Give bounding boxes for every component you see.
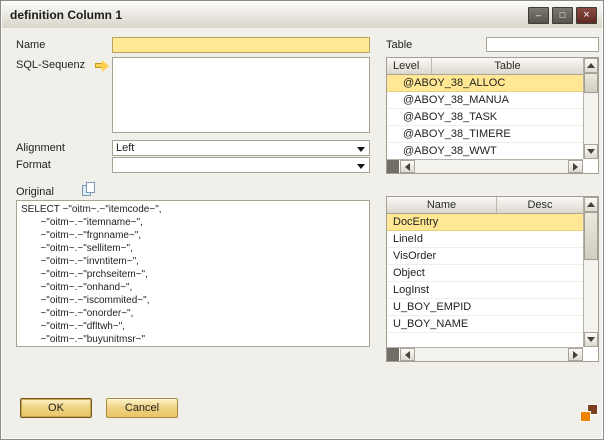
- scroll-up-icon[interactable]: [584, 58, 598, 73]
- alignment-label: Alignment: [16, 142, 65, 154]
- table-row[interactable]: @ABOY_38_ALLOC: [387, 75, 583, 92]
- definition-column-dialog: definition Column 1 – □ × Name SQL-Seque…: [0, 0, 604, 440]
- minimize-icon[interactable]: –: [528, 7, 549, 24]
- description-column-header[interactable]: Desc: [497, 197, 583, 213]
- copy-icon-front: [86, 182, 95, 193]
- alignment-select[interactable]: Left: [112, 140, 370, 156]
- table-label: Table: [386, 39, 412, 51]
- field-row[interactable]: VisOrder: [387, 248, 583, 265]
- fields-grid: Name Desc DocEntry LineId VisOrder Objec…: [386, 196, 599, 362]
- horizontal-scrollbar[interactable]: [387, 159, 583, 173]
- field-row[interactable]: DocEntry: [387, 214, 583, 231]
- sql-sequenz-label: SQL-Sequenz: [16, 59, 85, 71]
- horizontal-scrollbar[interactable]: [387, 347, 583, 361]
- tables-grid-main: Level Table @ABOY_38_ALLOC @ABOY_38_MANU…: [387, 58, 583, 159]
- title-bar[interactable]: definition Column 1 – □ ×: [2, 2, 602, 29]
- table-row[interactable]: @ABOY_38_MANUA: [387, 92, 583, 109]
- name-label: Name: [16, 39, 45, 51]
- scroll-right-icon[interactable]: [568, 348, 583, 361]
- link-arrow-icon[interactable]: [95, 60, 110, 71]
- tables-grid: Level Table @ABOY_38_ALLOC @ABOY_38_MANU…: [386, 57, 599, 174]
- scroll-down-icon[interactable]: [584, 144, 598, 159]
- fields-grid-header: Name Desc: [387, 197, 583, 214]
- expand-form-icon[interactable]: [580, 404, 598, 422]
- expand-form-front-square: [580, 411, 591, 422]
- maximize-icon[interactable]: □: [552, 7, 573, 24]
- scrollbar-thumb[interactable]: [584, 212, 598, 260]
- original-label: Original: [16, 186, 54, 198]
- field-row[interactable]: Object: [387, 265, 583, 282]
- refresh-original-icon[interactable]: [82, 182, 97, 197]
- alignment-value: Left: [116, 142, 134, 154]
- table-column-header[interactable]: Table: [432, 58, 583, 74]
- field-row[interactable]: LogInst: [387, 282, 583, 299]
- vertical-scrollbar[interactable]: [583, 197, 598, 347]
- field-row[interactable]: LineId: [387, 231, 583, 248]
- vertical-scrollbar[interactable]: [583, 58, 598, 159]
- sql-sequenz-textarea[interactable]: [112, 57, 370, 133]
- window-title: definition Column 1: [10, 2, 122, 28]
- window-controls: – □ ×: [528, 7, 597, 24]
- scrollbar-track[interactable]: [415, 160, 568, 173]
- close-icon[interactable]: ×: [576, 7, 597, 24]
- tables-grid-header: Level Table: [387, 58, 583, 75]
- scroll-left-icon[interactable]: [400, 348, 415, 361]
- table-row[interactable]: @ABOY_38_WWT: [387, 143, 583, 159]
- format-select[interactable]: [112, 157, 370, 173]
- table-row[interactable]: @ABOY_38_TASK: [387, 109, 583, 126]
- scrollbar-track[interactable]: [584, 73, 598, 144]
- fields-grid-main: Name Desc DocEntry LineId VisOrder Objec…: [387, 197, 583, 347]
- scrollbar-track[interactable]: [584, 212, 598, 332]
- chevron-down-icon: [357, 147, 365, 152]
- name-input[interactable]: [112, 37, 370, 53]
- chevron-down-icon: [357, 164, 365, 169]
- dialog-body: Name SQL-Sequenz Alignment Left Format O…: [2, 28, 602, 438]
- grid-corner: [387, 160, 400, 173]
- scroll-down-icon[interactable]: [584, 332, 598, 347]
- field-row[interactable]: U_BOY_EMPID: [387, 299, 583, 316]
- scrollbar-track[interactable]: [415, 348, 568, 361]
- name-column-header[interactable]: Name: [387, 197, 497, 213]
- cancel-button[interactable]: Cancel: [106, 398, 178, 418]
- scroll-up-icon[interactable]: [584, 197, 598, 212]
- ok-button[interactable]: OK: [20, 398, 92, 418]
- grid-corner: [387, 348, 400, 361]
- scroll-right-icon[interactable]: [568, 160, 583, 173]
- format-label: Format: [16, 159, 51, 171]
- scrollbar-thumb[interactable]: [584, 73, 598, 93]
- level-column-header[interactable]: Level: [387, 58, 432, 74]
- link-arrow-bar: [95, 63, 102, 68]
- table-row[interactable]: @ABOY_38_TIMERE: [387, 126, 583, 143]
- original-sql-text[interactable]: SELECT ~"oitm~.~"itemcode~", ~"oitm~.~"i…: [16, 200, 370, 347]
- table-input[interactable]: [486, 37, 599, 52]
- link-arrow-tip: [102, 60, 109, 72]
- scroll-left-icon[interactable]: [400, 160, 415, 173]
- field-row[interactable]: U_BOY_NAME: [387, 316, 583, 333]
